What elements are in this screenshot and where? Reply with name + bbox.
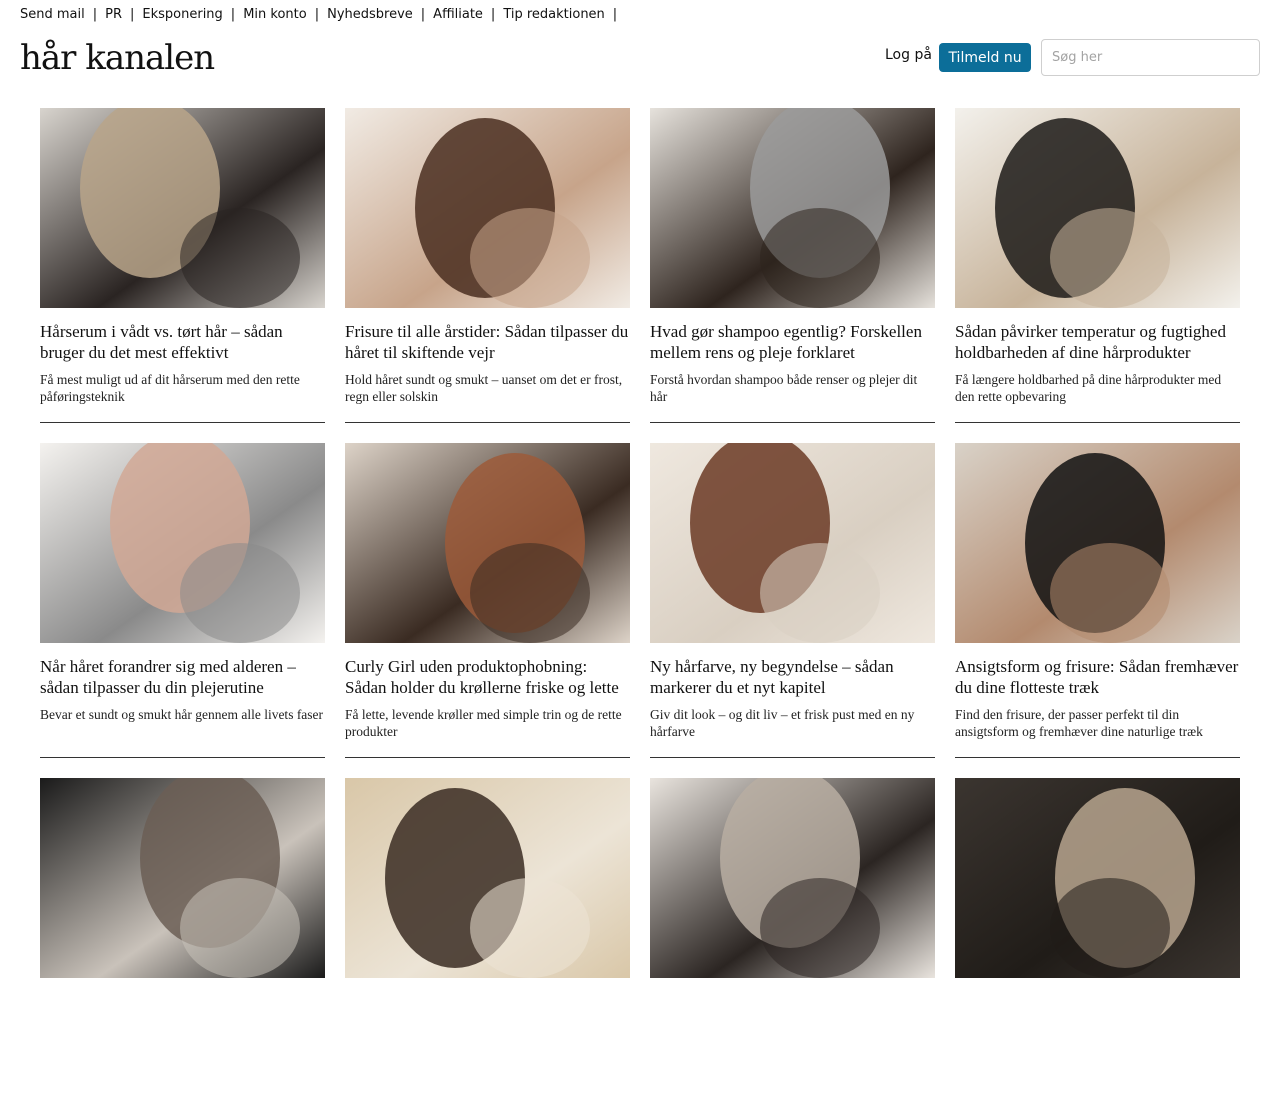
card-divider [955, 757, 1240, 758]
article-card[interactable]: Ny hårfarve, ny begyndelse – sådan marke… [650, 443, 935, 778]
card-divider [345, 422, 630, 423]
article-card[interactable] [650, 778, 935, 1113]
top-links-bar: Send mail | PR | Eksponering | Min konto | Nyhed… [20, 5, 625, 23]
topnav-separator: | [490, 6, 496, 22]
article-title[interactable]: Sådan påvirker temperatur og fugtighed h… [955, 322, 1240, 363]
topnav-link-2[interactable]: Eksponering [142, 7, 222, 22]
topnav-link-1[interactable]: PR [105, 7, 122, 22]
article-title[interactable]: Ny hårfarve, ny begyndelse – sådan marke… [650, 657, 935, 698]
partial-photo-4[interactable] [955, 778, 1240, 978]
topnav-separator: | [420, 6, 426, 22]
topnav-separator: | [230, 6, 236, 22]
hair-coloring-foil-photo[interactable] [650, 443, 935, 643]
partial-photo-2[interactable] [345, 778, 630, 978]
article-description: Bevar et sundt og smukt hår gennem alle … [40, 707, 324, 722]
topnav-separator: | [130, 6, 135, 22]
article-description: Giv dit look – og dit liv – et frisk pus… [650, 707, 915, 739]
card-divider [955, 422, 1240, 423]
article-card[interactable]: Når håret forandrer sig med alderen – så… [40, 443, 325, 778]
partial-photo-3[interactable] [650, 778, 935, 978]
article-description: Hold håret sundt og smukt – uanset om de… [345, 372, 623, 404]
article-description: Forstå hvordan shampoo både renser og pl… [650, 372, 918, 404]
curling-iron-photo[interactable] [345, 443, 630, 643]
article-description: Find den frisure, der passer perfekt til… [955, 707, 1203, 739]
topnav-link-5[interactable]: Affiliate [433, 7, 483, 22]
topnav-link-3[interactable]: Min konto [243, 7, 307, 22]
article-card[interactable]: Sådan påvirker temperatur og fugtighed h… [955, 108, 1240, 443]
article-grid: Hårserum i vådt vs. tørt hår – sådan bru… [40, 108, 1240, 1113]
article-card[interactable] [40, 778, 325, 1113]
topnav-separator: | [612, 6, 618, 22]
article-title[interactable]: Hårserum i vådt vs. tørt hår – sådan bru… [40, 322, 325, 363]
article-description: Få lette, levende krøller med simple tri… [345, 707, 622, 739]
article-title[interactable]: Frisure til alle årstider: Sådan tilpass… [345, 322, 630, 363]
card-divider [345, 757, 630, 758]
site-logo[interactable]: hår kanalen [20, 36, 215, 80]
card-divider [650, 757, 935, 758]
article-title[interactable]: Når håret forandrer sig med alderen – så… [40, 657, 325, 698]
article-title[interactable]: Curly Girl uden produktophobning: Sådan … [345, 657, 630, 698]
article-card[interactable]: Curly Girl uden produktophobning: Sådan … [345, 443, 630, 778]
topnav-separator: | [92, 6, 98, 22]
article-description: Få længere holdbarhed på dine hårprodukt… [955, 372, 1222, 404]
salon-mirror-spray-photo[interactable] [40, 108, 325, 308]
topnav-link-0[interactable]: Send mail [20, 7, 85, 22]
card-divider [40, 757, 325, 758]
article-title[interactable]: Hvad gør shampoo egentlig? Forskellen me… [650, 322, 935, 363]
login-link[interactable]: Log på [885, 47, 932, 63]
card-divider [650, 422, 935, 423]
search-input[interactable] [1041, 39, 1260, 76]
card-divider [40, 422, 325, 423]
article-card[interactable] [345, 778, 630, 1113]
signup-button[interactable]: Tilmeld nu [939, 43, 1031, 72]
foil-highlights-photo[interactable] [650, 108, 935, 308]
article-card[interactable]: Hårserum i vådt vs. tørt hår – sådan bru… [40, 108, 325, 443]
article-card[interactable]: Frisure til alle årstider: Sådan tilpass… [345, 108, 630, 443]
partial-photo-1[interactable] [40, 778, 325, 978]
hair-cutting-scissors-photo[interactable] [345, 108, 630, 308]
article-card[interactable]: Ansigtsform og frisure: Sådan fremhæver … [955, 443, 1240, 778]
article-description: Få mest muligt ud af dit hårserum med de… [40, 372, 300, 404]
article-card[interactable]: Hvad gør shampoo egentlig? Forskellen me… [650, 108, 935, 443]
barber-cut-photo[interactable] [955, 108, 1240, 308]
man-trimming-beard-photo[interactable] [40, 443, 325, 643]
article-title[interactable]: Ansigtsform og frisure: Sådan fremhæver … [955, 657, 1240, 698]
article-card[interactable] [955, 778, 1240, 1113]
topnav-link-4[interactable]: Nyhedsbreve [327, 7, 413, 22]
topnav-separator: | [314, 6, 320, 22]
topnav-link-6[interactable]: Tip redaktionen [503, 7, 604, 22]
salon-haircut-photo[interactable] [955, 443, 1240, 643]
